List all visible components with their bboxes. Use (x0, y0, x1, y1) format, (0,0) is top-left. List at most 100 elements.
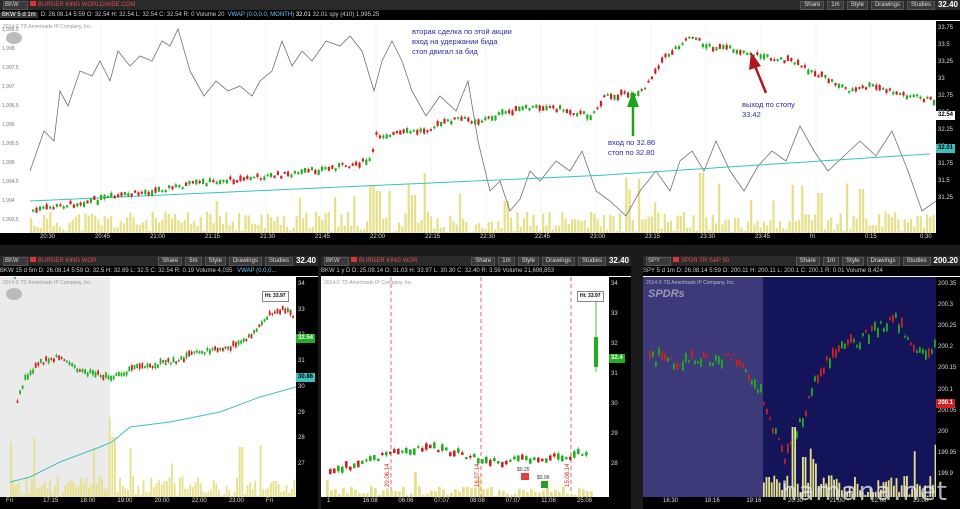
share-button[interactable]: Share (158, 256, 183, 266)
timeframe-button[interactable]: 1m (827, 0, 844, 10)
candle (509, 459, 512, 462)
candle (517, 455, 520, 462)
candle (511, 110, 514, 116)
mid-price-axis[interactable]: 34 33 32 31 30 29 28 32.4 (609, 277, 631, 509)
candle (55, 203, 58, 207)
studies-button[interactable]: Studies (902, 256, 931, 266)
volume-bar (80, 477, 83, 497)
left-plot-area[interactable]: 2014 © TD Ameritrade IP Company, Inc. Hi… (0, 277, 296, 497)
volume-bar (641, 219, 644, 233)
right-price-axis[interactable]: 200.35 200.3 200.25 200.2 200.15 200.1 200.05 2… (936, 277, 960, 509)
drawings-button[interactable]: Drawings (541, 256, 575, 266)
premarket-shade (643, 277, 763, 497)
candle (851, 88, 854, 92)
volume-bar (163, 481, 166, 497)
candle (76, 368, 79, 373)
right-y-tick: 200.2 (938, 344, 954, 351)
volume-bar (158, 222, 161, 233)
volume-bar (101, 478, 103, 497)
candle (86, 372, 89, 377)
volume-bar (455, 224, 458, 233)
timeframe-button[interactable]: 1m (822, 256, 840, 266)
studies-button[interactable]: Studies (577, 256, 606, 266)
mid-time-axis[interactable]: 1 16:08 06:06 07:07 08:08 07:07 11:08 25:08 (321, 497, 609, 509)
studies-button[interactable]: Studies (264, 256, 293, 266)
style-button[interactable]: Style (517, 256, 539, 266)
candle (136, 364, 138, 369)
share-button[interactable]: Share (471, 256, 496, 266)
volume-bar (302, 218, 305, 233)
volume-bar (654, 202, 657, 233)
main-plot-area[interactable]: 2014 © TD Ameritrade IP Company, Inc. вт… (0, 21, 936, 233)
volume-bar (414, 471, 417, 497)
volume-bar (54, 485, 57, 497)
volume-bar (49, 480, 51, 497)
drawings-button[interactable]: Drawings (866, 256, 900, 266)
left-x-tick: 19:00 (117, 498, 133, 504)
candle (232, 179, 235, 185)
candle (790, 442, 792, 444)
candle (473, 453, 476, 458)
left-price-axis[interactable]: 3433323130292827 32.54 30.86 (296, 277, 318, 509)
left-x-tick: 20:00 (154, 498, 170, 504)
style-button[interactable]: Style (846, 0, 868, 10)
symbol-field[interactable]: BKW (324, 257, 349, 266)
candle (606, 94, 609, 96)
candle (130, 193, 133, 197)
style-button[interactable]: Style (842, 256, 864, 266)
volume-bar (87, 215, 90, 233)
share-button[interactable]: Share (795, 256, 820, 266)
symbol-field[interactable]: SPY (646, 257, 671, 266)
candle (467, 117, 470, 122)
candle (52, 207, 55, 210)
candle (529, 458, 532, 464)
volume-bar (727, 219, 730, 233)
candle (796, 431, 798, 439)
compare-axis-tick: 1,994 (2, 198, 15, 204)
candle (216, 347, 219, 353)
timeframe-button[interactable]: 5m (185, 256, 202, 266)
volume-bar (711, 214, 714, 233)
candle (102, 374, 105, 381)
candle (324, 167, 327, 170)
main-y-tick: 33.75 (938, 25, 954, 31)
drawings-button[interactable]: Drawings (870, 0, 904, 10)
candle (235, 342, 237, 348)
timeframe-button[interactable]: 1m (498, 256, 515, 266)
company-logo-icon (6, 288, 22, 300)
company-name: BURGER KING WORLDWIDE.COM (30, 1, 135, 9)
candle (883, 327, 885, 333)
spdr-logo: SPDRs (648, 288, 685, 300)
volume-bar (343, 225, 346, 233)
mid-x-tick: 11:08 (541, 498, 556, 504)
candle (63, 359, 66, 362)
volume-bar (564, 218, 567, 233)
candle (24, 374, 27, 380)
main-price-axis[interactable]: 33.7533.533.253332.7532.532.253231.7531.… (936, 21, 960, 245)
left-time-axis[interactable]: Fri 17:15 18:00 19:00 20:00 22:00 23:00 Fri (0, 497, 296, 509)
main-x-tick: 0:15 (865, 234, 877, 240)
right-titlebar: SPY SPDR TR S&P 50 Share 1m Style Drawin… (643, 256, 960, 267)
main-time-axis[interactable]: 20:30 20:45 21:00 21:15 21:30 21:45 22:00 22:15… (0, 233, 936, 245)
mid-plot-area[interactable]: 20.06.14 16.07.14 15.08.14 $0.25 $0.06 2014 … (321, 277, 609, 497)
volume-bar (225, 212, 228, 233)
candle (406, 128, 409, 133)
candle (810, 70, 813, 73)
candle (276, 171, 279, 175)
volume-bar (264, 489, 267, 497)
volume-bar (449, 215, 452, 233)
drawings-button[interactable]: Drawings (228, 256, 262, 266)
symbol-field[interactable]: BKW (3, 257, 28, 266)
mid-y-tick: 31 (611, 371, 618, 377)
symbol-field[interactable]: BKW (3, 1, 28, 10)
volume-bar (561, 212, 564, 233)
right-plot-area[interactable]: 2014 © TD Ameritrade IP Company, Inc. SP… (643, 277, 936, 497)
main-y-tick: 33.5 (938, 42, 950, 48)
studies-button[interactable]: Studies (906, 0, 935, 10)
style-button[interactable]: Style (204, 256, 226, 266)
volume-bar (631, 220, 634, 233)
candle (491, 116, 494, 121)
share-button[interactable]: Share (800, 0, 825, 10)
candle (501, 109, 504, 115)
volume-bar (189, 484, 192, 497)
